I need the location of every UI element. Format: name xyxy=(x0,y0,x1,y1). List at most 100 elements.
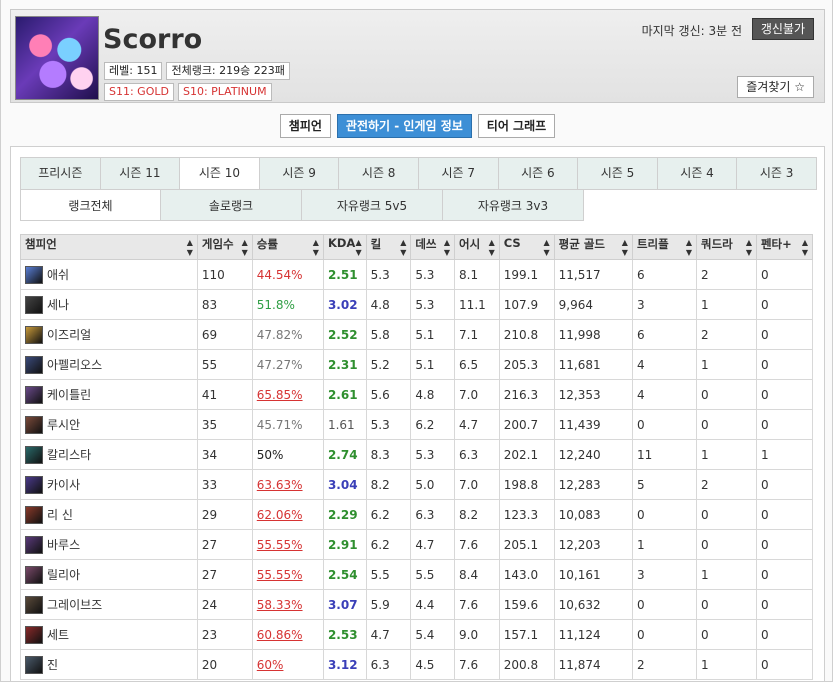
table-row[interactable]: 릴리아 27 55.55% 2.54 5.5 5.5 8.4 143.0 10,161 3 1 0 xyxy=(20,559,814,590)
gold-cell: 12,283 xyxy=(553,469,633,500)
favorite-button[interactable]: 즐겨찾기 ☆ xyxy=(737,76,814,98)
champion-cell[interactable]: 바루스 xyxy=(20,529,198,560)
sort-icon[interactable]: ▲ ▼ xyxy=(355,238,361,258)
refresh-button[interactable]: 갱신불가 xyxy=(751,18,814,40)
champion-cell[interactable]: 릴리아 xyxy=(20,559,198,590)
tab-season-6[interactable]: 시즌 6 xyxy=(498,158,579,189)
column-header[interactable]: 트리플 ▲ ▼ xyxy=(631,234,697,260)
column-header[interactable]: 데쓰 ▲ ▼ xyxy=(410,234,456,260)
kills-cell: 5.2 xyxy=(365,349,412,380)
kills-cell: 5.5 xyxy=(365,559,412,590)
gold-cell: 11,517 xyxy=(553,259,633,290)
penta-cell: 0 xyxy=(755,499,814,530)
table-row[interactable]: 애쉬 110 44.54% 2.51 5.3 5.3 8.1 199.1 11,517 6 2 0 xyxy=(20,259,814,290)
quadra-cell: 0 xyxy=(695,409,757,440)
champion-name: 케이틀린 xyxy=(47,388,92,402)
tab-spectate[interactable]: 관전하기 - 인게임 정보 xyxy=(336,114,472,138)
column-header[interactable]: 펜타+ ▲ ▼ xyxy=(755,234,814,260)
cs-cell: 205.1 xyxy=(498,529,555,560)
tab-season-8[interactable]: 시즌 8 xyxy=(339,158,419,189)
tab-season-5[interactable]: 시즌 5 xyxy=(578,158,658,189)
deaths-cell: 6.3 xyxy=(410,499,456,530)
penta-cell: 0 xyxy=(755,379,814,410)
champion-cell[interactable]: 루시안 xyxy=(20,409,198,440)
table-row[interactable]: 케이틀린 41 65.85% 2.61 5.6 4.8 7.0 216.3 12,353 4 0 0 xyxy=(20,379,814,410)
sort-icon[interactable]: ▲ ▼ xyxy=(313,238,319,258)
tab-season-4[interactable]: 시즌 4 xyxy=(657,158,738,189)
column-header[interactable]: 승률 ▲ ▼ xyxy=(251,234,324,260)
tab-solo-rank[interactable]: 솔로랭크 xyxy=(161,189,302,221)
column-header[interactable]: 킬 ▲ ▼ xyxy=(365,234,412,260)
champion-portrait-icon xyxy=(25,505,43,524)
tab-champion[interactable]: 챔피언 xyxy=(279,114,331,138)
sort-icon[interactable]: ▲ ▼ xyxy=(746,238,752,258)
table-row[interactable]: 아펠리오스 55 47.27% 2.31 5.2 5.1 6.5 205.3 11,681 4 1 0 xyxy=(20,349,814,380)
sort-icon[interactable]: ▲ ▼ xyxy=(802,238,808,258)
champion-cell[interactable]: 그레이브즈 xyxy=(20,589,198,620)
column-header[interactable]: 챔피언 ▲ ▼ xyxy=(20,234,198,260)
champion-cell[interactable]: 칼리스타 xyxy=(20,439,198,470)
deaths-cell: 5.4 xyxy=(410,619,456,650)
champion-cell[interactable]: 세트 xyxy=(20,619,198,650)
gold-cell: 9,964 xyxy=(553,289,633,320)
champion-cell[interactable]: 케이틀린 xyxy=(20,379,198,410)
tab-season-9[interactable]: 시즌 9 xyxy=(259,158,340,189)
column-header[interactable]: 어시 ▲ ▼ xyxy=(454,234,500,260)
table-row[interactable]: 루시안 35 45.71% 1.61 5.3 6.2 4.7 200.7 11,439 0 0 0 xyxy=(20,409,814,440)
champion-cell[interactable]: 아펠리오스 xyxy=(20,349,198,380)
column-header[interactable]: 게임수 ▲ ▼ xyxy=(196,234,253,260)
tab-ranked-all[interactable]: 랭크전체 xyxy=(20,189,161,221)
sort-icon[interactable]: ▲ ▼ xyxy=(622,238,628,258)
games-cell: 55 xyxy=(196,349,253,380)
sort-icon[interactable]: ▲ ▼ xyxy=(544,238,550,258)
sort-icon[interactable]: ▲ ▼ xyxy=(444,238,450,258)
table-row[interactable]: 이즈리얼 69 47.82% 2.52 5.8 5.1 7.1 210.8 11,998 6 2 0 xyxy=(20,319,814,350)
sort-icon[interactable]: ▲ ▼ xyxy=(242,238,248,258)
column-header[interactable]: CS ▲ ▼ xyxy=(498,234,555,260)
champion-cell[interactable]: 이즈리얼 xyxy=(20,319,198,350)
champion-cell[interactable]: 애쉬 xyxy=(20,259,198,290)
tab-season-3[interactable]: 시즌 3 xyxy=(737,158,816,189)
table-row[interactable]: 바루스 27 55.55% 2.91 6.2 4.7 7.6 205.1 12,203 1 0 0 xyxy=(20,529,814,560)
column-header[interactable]: KDA ▲ ▼ xyxy=(322,234,367,260)
table-row[interactable]: 세트 23 60.86% 2.53 4.7 5.4 9.0 157.1 11,124 0 0 0 xyxy=(20,619,814,650)
kills-cell: 8.3 xyxy=(365,439,412,470)
champion-cell[interactable]: 리 신 xyxy=(20,499,198,530)
quadra-cell: 0 xyxy=(695,499,757,530)
table-row[interactable]: 카이사 33 63.63% 3.04 8.2 5.0 7.0 198.8 12,283 5 2 0 xyxy=(20,469,814,500)
tab-flex-3v3[interactable]: 자유랭크 3v3 xyxy=(443,189,584,221)
sort-icon[interactable]: ▲ ▼ xyxy=(187,238,193,258)
games-cell: 23 xyxy=(196,619,253,650)
sort-icon[interactable]: ▲ ▼ xyxy=(489,238,495,258)
tab-flex-5v5[interactable]: 자유랭크 5v5 xyxy=(302,189,443,221)
column-header[interactable]: 평균 골드 ▲ ▼ xyxy=(553,234,633,260)
column-header-label: 게임수 xyxy=(201,237,234,251)
sort-icon[interactable]: ▲ ▼ xyxy=(400,238,406,258)
cs-cell: 202.1 xyxy=(498,439,555,470)
sort-icon[interactable]: ▲ ▼ xyxy=(686,238,692,258)
kills-cell: 4.8 xyxy=(365,289,412,320)
winrate-cell: 62.06% xyxy=(251,499,324,530)
tab-preseason[interactable]: 프리시즌 xyxy=(21,158,101,189)
column-header[interactable]: 쿼드라 ▲ ▼ xyxy=(695,234,757,260)
table-row[interactable]: 세나 83 51.8% 3.02 4.8 5.3 11.1 107.9 9,964 3 1 0 xyxy=(20,289,814,320)
deaths-cell: 4.7 xyxy=(410,529,456,560)
table-row[interactable]: 그레이브즈 24 58.33% 3.07 5.9 4.4 7.6 159.6 10,632 0 0 0 xyxy=(20,589,814,620)
table-row[interactable]: 리 신 29 62.06% 2.29 6.2 6.3 8.2 123.3 10,083 0 0 0 xyxy=(20,499,814,530)
champion-name: 그레이브즈 xyxy=(47,598,103,612)
tab-season-11[interactable]: 시즌 11 xyxy=(100,158,181,189)
winrate-cell: 60.86% xyxy=(251,619,324,650)
table-row[interactable]: 칼리스타 34 50% 2.74 8.3 5.3 6.3 202.1 12,240 11 1 1 xyxy=(20,439,814,470)
kda-cell: 3.07 xyxy=(322,589,367,620)
champion-cell[interactable]: 진 xyxy=(20,649,198,680)
assists-cell: 6.3 xyxy=(454,439,500,470)
table-row[interactable]: 진 20 60% 3.12 6.3 4.5 7.6 200.8 11,874 2 1 0 xyxy=(20,649,814,680)
tab-tier-graph[interactable]: 티어 그래프 xyxy=(477,114,556,138)
stats-panel: 프리시즌 시즌 11 시즌 10 시즌 9 시즌 8 시즌 7 시즌 6 시즌 … xyxy=(10,146,825,682)
champion-cell[interactable]: 카이사 xyxy=(20,469,198,500)
tab-season-10[interactable]: 시즌 10 xyxy=(180,158,260,189)
champion-cell[interactable]: 세나 xyxy=(20,289,198,320)
kda-cell: 2.31 xyxy=(322,349,367,380)
assists-cell: 9.0 xyxy=(454,619,500,650)
tab-season-7[interactable]: 시즌 7 xyxy=(418,158,499,189)
